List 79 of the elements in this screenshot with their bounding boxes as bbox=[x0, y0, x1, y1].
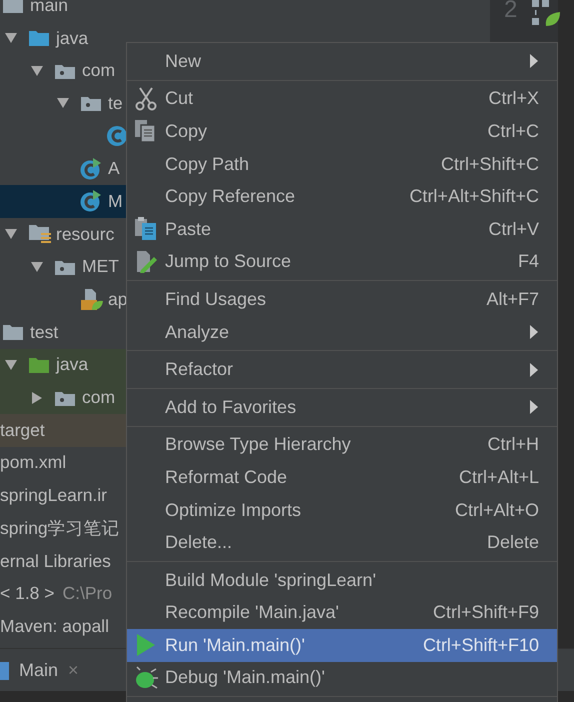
menu-item[interactable]: Recompile 'Main.java' Ctrl+Shift+F9 bbox=[127, 596, 557, 630]
tree-item-label: < 1.8 > bbox=[0, 583, 54, 604]
tree-item[interactable]: test bbox=[0, 316, 126, 349]
editor-tab[interactable]: Main × bbox=[9, 649, 89, 691]
expanded-arrow-icon[interactable] bbox=[4, 31, 18, 46]
tree-item-label: java bbox=[56, 354, 88, 376]
tree-item-label: target bbox=[0, 420, 45, 441]
expanded-arrow-icon[interactable] bbox=[4, 227, 18, 242]
file-icon bbox=[0, 660, 9, 680]
tree-item-label: M bbox=[108, 190, 123, 212]
tree-item[interactable]: MET bbox=[0, 250, 126, 284]
menu-item[interactable]: New bbox=[127, 45, 557, 78]
tree-item-label: MET bbox=[82, 256, 119, 278]
tree-item[interactable]: M bbox=[0, 185, 126, 218]
menu-item[interactable]: Paste Ctrl+V bbox=[127, 212, 557, 246]
tree-item-label: spring学习笔记 bbox=[0, 517, 120, 540]
menu-item[interactable]: Optimize Imports Ctrl+Alt+O bbox=[127, 494, 557, 526]
folder-icon bbox=[28, 356, 50, 374]
folder-icon bbox=[2, 0, 24, 14]
paste-icon bbox=[134, 217, 158, 242]
tree-item[interactable]: springLearn.ir bbox=[0, 479, 126, 512]
runnable-class-icon bbox=[80, 190, 102, 212]
tree-item-label: com bbox=[82, 387, 116, 408]
tree-item[interactable]: resourc bbox=[0, 218, 126, 250]
menu-item[interactable]: Refactor bbox=[127, 353, 557, 386]
tree-item-label: te bbox=[108, 92, 123, 114]
menu-item[interactable]: Jump to Source F4 bbox=[127, 246, 557, 278]
tree-item[interactable]: < 1.8 > C:\Pro bbox=[0, 577, 126, 610]
tree-item-label: A bbox=[108, 158, 120, 180]
menu-item[interactable]: Run 'Main.main()' Ctrl+Shift+F10 bbox=[127, 629, 557, 662]
tree-item[interactable]: main bbox=[0, 0, 126, 22]
expanded-arrow-icon[interactable] bbox=[30, 64, 44, 78]
expanded-arrow-icon[interactable] bbox=[4, 358, 18, 372]
tree-item[interactable]: Maven: aopall bbox=[0, 610, 126, 643]
folder-icon bbox=[2, 323, 24, 342]
menu-item[interactable]: Find Usages Alt+F7 bbox=[127, 283, 557, 316]
scissors-icon bbox=[134, 86, 158, 111]
tree-item[interactable]: java bbox=[0, 348, 126, 382]
tree-item[interactable]: com bbox=[0, 54, 126, 88]
collapsed-arrow-icon[interactable] bbox=[30, 390, 44, 405]
xml-file-icon bbox=[80, 288, 104, 312]
tree-item-label: test bbox=[30, 322, 58, 343]
tree-item-label: ernal Libraries bbox=[0, 550, 111, 572]
menu-item[interactable]: Reformat Code Ctrl+Alt+L bbox=[127, 461, 557, 494]
menu-item[interactable]: Cut Ctrl+X bbox=[127, 82, 557, 116]
menu-item[interactable]: Debug 'Main.main()' bbox=[127, 662, 557, 694]
edit-document-icon bbox=[134, 250, 158, 274]
menu-item[interactable]: Browse Type Hierarchy Ctrl+H bbox=[127, 428, 557, 462]
menu-item[interactable]: Analyze bbox=[127, 316, 557, 348]
tree-item[interactable]: A bbox=[0, 152, 126, 186]
runnable-class-icon bbox=[80, 158, 102, 180]
expanded-arrow-icon[interactable] bbox=[56, 96, 70, 110]
tree-item[interactable]: ernal Libraries bbox=[0, 544, 126, 578]
menu-item[interactable]: Copy Ctrl+C bbox=[127, 115, 557, 148]
tree-item-label: main bbox=[30, 0, 68, 16]
menu-item[interactable]: Add to Favorites bbox=[127, 390, 557, 424]
tree-item-label: Maven: aopall bbox=[0, 616, 109, 637]
tree-item-label: com bbox=[82, 60, 116, 82]
package-folder-icon bbox=[80, 94, 102, 112]
tree-item-label: java bbox=[56, 28, 88, 49]
tree-item-path: C:\Pro bbox=[62, 583, 112, 604]
tree-item[interactable]: java bbox=[0, 22, 126, 54]
bug-icon bbox=[134, 666, 158, 690]
tree-item-label: springLearn.ir bbox=[0, 485, 107, 506]
menu-item[interactable]: Copy Path Ctrl+Shift+C bbox=[127, 148, 557, 180]
tree-item-label: pom.xml bbox=[0, 452, 66, 474]
tree-item[interactable]: pom.xml bbox=[0, 446, 126, 480]
tree-item[interactable]: com bbox=[0, 381, 126, 414]
folder-icon bbox=[28, 29, 50, 48]
tree-item[interactable]: spring学习笔记 bbox=[0, 512, 126, 545]
menu-item[interactable]: Copy Reference Ctrl+Alt+Shift+C bbox=[127, 180, 557, 213]
menu-item[interactable]: Delete... Delete bbox=[127, 526, 557, 559]
resources-folder-icon bbox=[28, 224, 52, 244]
menu-item[interactable]: Build Module 'springLearn' bbox=[127, 564, 557, 596]
tree-item[interactable]: target bbox=[0, 414, 126, 447]
tree-item[interactable]: te bbox=[0, 87, 126, 120]
run-icon bbox=[135, 633, 157, 658]
expanded-arrow-icon[interactable] bbox=[30, 260, 44, 274]
tree-item-label: resourc bbox=[56, 224, 114, 245]
